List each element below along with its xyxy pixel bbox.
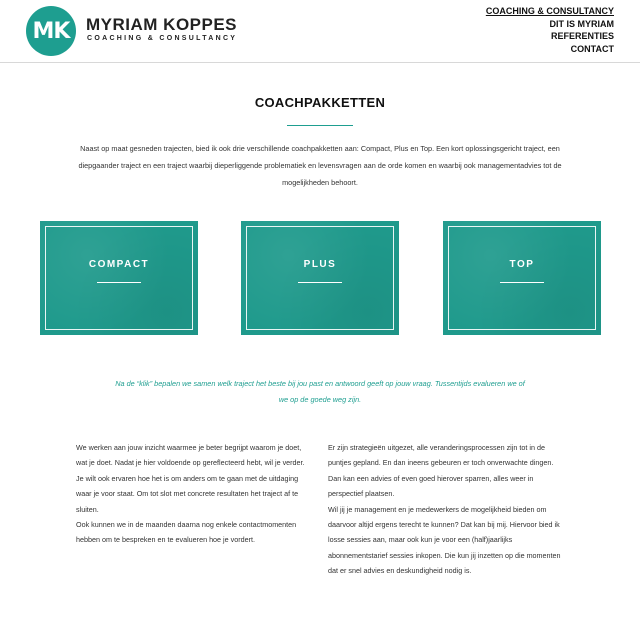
package-label: PLUS bbox=[303, 259, 337, 270]
package-underline bbox=[500, 282, 544, 283]
package-frame bbox=[246, 226, 394, 330]
right-paragraph-1: Er zijn strategieën uitgezet, alle veran… bbox=[328, 443, 554, 499]
logo-tagline: COACHING & CONSULTANCY bbox=[87, 35, 238, 42]
left-paragraph-1: We werken aan jouw inzicht waarmee je be… bbox=[76, 443, 305, 514]
package-top[interactable]: TOP bbox=[443, 221, 601, 335]
intro-text: Naast op maat gesneden trajecten, bied i… bbox=[78, 144, 562, 187]
package-label: COMPACT bbox=[88, 259, 150, 270]
package-compact[interactable]: COMPACT bbox=[40, 221, 198, 335]
package-underline bbox=[298, 282, 342, 283]
package-underline bbox=[97, 282, 141, 283]
package-frame bbox=[448, 226, 596, 330]
nav-dit-is-myriam[interactable]: DIT IS MYRIAM bbox=[486, 18, 615, 31]
title-divider bbox=[287, 125, 353, 126]
quote-text: Na de “klik” bepalen we samen welk traje… bbox=[115, 379, 525, 404]
right-paragraph-2: Wil jij je management en je medewerkers … bbox=[328, 504, 561, 576]
package-frame bbox=[45, 226, 193, 330]
left-column: We werken aan jouw inzicht waarmee je be… bbox=[76, 440, 312, 548]
logo-monogram[interactable]: MK bbox=[26, 6, 76, 56]
left-paragraph-2: Ook kunnen we in de maanden daarna nog e… bbox=[76, 520, 297, 545]
page-title: COACHPAKKETTEN bbox=[254, 95, 386, 110]
logo-name[interactable]: MYRIAM KOPPES bbox=[86, 15, 237, 35]
package-plus[interactable]: PLUS bbox=[241, 221, 399, 335]
site-header: MK MYRIAM KOPPES COACHING & CONSULTANCY … bbox=[0, 0, 640, 63]
right-column: Er zijn strategieën uitgezet, alle veran… bbox=[328, 440, 564, 579]
nav-contact[interactable]: CONTACT bbox=[486, 43, 614, 56]
main-nav: COACHING & CONSULTANCY DIT IS MYRIAM REF… bbox=[486, 5, 614, 55]
nav-coaching-consultancy[interactable]: COACHING & CONSULTANCY bbox=[486, 5, 614, 18]
nav-referenties[interactable]: REFERENTIES bbox=[486, 30, 614, 43]
package-label: TOP bbox=[509, 259, 535, 270]
